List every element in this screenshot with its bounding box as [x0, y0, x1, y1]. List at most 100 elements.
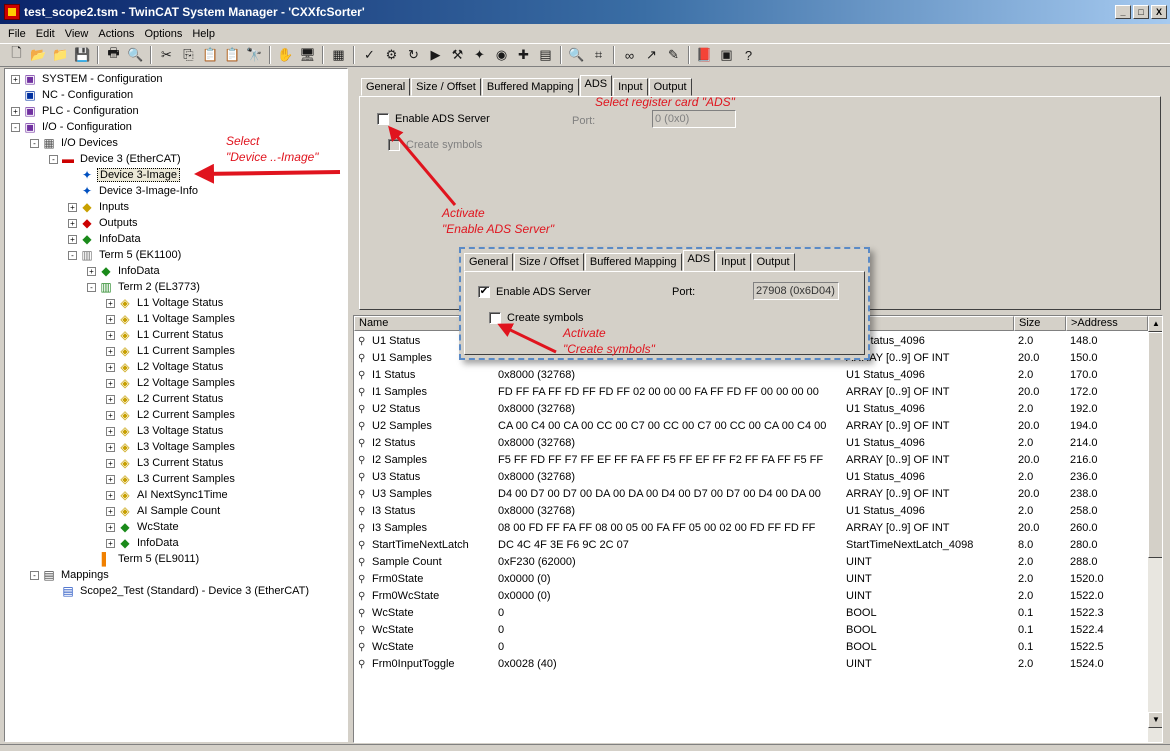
tree-item[interactable]: - ▥ Term 2 (EL3773) — [87, 279, 202, 295]
expand-toggle[interactable]: + — [68, 234, 77, 244]
tree-item[interactable]: ▣ NC - Configuration — [11, 87, 135, 103]
freerun-icon[interactable]: ✚ — [513, 45, 534, 65]
table-row[interactable]: ⚲ I1 Samples FD FF FA FF FD FF FD FF 02 00… — [354, 384, 1148, 401]
book-icon[interactable]: 📕 — [694, 45, 715, 65]
zoom-icon[interactable]: 🔍 — [566, 45, 587, 65]
enable-ads-checkbox[interactable] — [377, 113, 389, 125]
expand-toggle[interactable]: + — [106, 394, 115, 404]
collapse-toggle[interactable]: - — [68, 250, 77, 260]
tree-item[interactable]: ▤ Scope2_Test (Standard) - Device 3 (Ethe… — [49, 583, 311, 599]
tree-item[interactable]: + ◆ WcState — [106, 519, 181, 535]
paste-icon[interactable]: 📋 — [200, 45, 221, 65]
tab-general[interactable]: General — [361, 78, 411, 96]
tree-item[interactable]: - ▬ Device 3 (EtherCAT) — [49, 151, 183, 167]
table-row[interactable]: ⚲ WcState 0 BOOL 0.1 1522.5 — [354, 639, 1148, 656]
menu-view[interactable]: View — [60, 28, 94, 40]
expand-toggle[interactable]: + — [106, 474, 115, 484]
expand-toggle[interactable]: + — [106, 314, 115, 324]
expand-toggle[interactable]: + — [106, 378, 115, 388]
tab-input[interactable]: Input — [613, 78, 648, 96]
scroll-up-button[interactable]: ▲ — [1148, 316, 1162, 332]
callout-enable-ads-checkbox[interactable]: ✔ — [478, 286, 490, 298]
tree-item[interactable]: + ◈ L3 Voltage Status — [106, 423, 225, 439]
tab-size-offset[interactable]: Size / Offset — [411, 78, 481, 96]
tree-item[interactable]: + ◈ L3 Current Samples — [106, 471, 237, 487]
run-mode-icon[interactable]: ▶ — [425, 45, 446, 65]
tree-item[interactable]: + ◆ Inputs — [68, 199, 131, 215]
expand-toggle[interactable]: + — [106, 506, 115, 516]
restart-icon[interactable]: ↻ — [403, 45, 424, 65]
scroll-thumb[interactable] — [1148, 332, 1162, 558]
table-row[interactable]: ⚲ U2 Samples CA 00 C4 00 CA 00 CC 00 C7 00… — [354, 418, 1148, 435]
callout-create-symbols-checkbox[interactable] — [489, 312, 501, 324]
find-icon[interactable]: 🔭 — [244, 45, 265, 65]
copy-icon[interactable]: ⎘ — [178, 45, 199, 65]
expand-toggle[interactable]: + — [106, 298, 115, 308]
expand-toggle[interactable]: + — [106, 362, 115, 372]
table-row[interactable]: ⚲ Sample Count 0xF230 (62000) UINT 2.0 288.0 — [354, 554, 1148, 571]
menu-file[interactable]: File — [3, 28, 31, 40]
tree-item[interactable]: - ▤ Mappings — [30, 567, 111, 583]
tree-item[interactable]: + ◈ L3 Current Status — [106, 455, 225, 471]
expand-toggle[interactable]: + — [106, 346, 115, 356]
toggle-icon[interactable]: ◉ — [491, 45, 512, 65]
tree-item[interactable]: + ◈ L3 Voltage Samples — [106, 439, 237, 455]
paste-with-links-icon[interactable]: 📋 — [222, 45, 243, 65]
print-preview-icon[interactable]: 🔍 — [125, 45, 146, 65]
table-row[interactable]: ⚲ StartTimeNextLatch DC 4C 4F 3E F6 9C 2C … — [354, 537, 1148, 554]
variables-grid[interactable]: Name Size >Address ⚲ U1 Status U1 Status_4… — [353, 315, 1163, 743]
tab-ads[interactable]: ADS — [579, 75, 613, 96]
save-icon[interactable]: 💾 — [72, 45, 93, 65]
expand-toggle[interactable]: + — [106, 538, 115, 548]
target-system-icon[interactable]: 🖥 — [297, 45, 318, 65]
expand-toggle[interactable]: + — [106, 330, 115, 340]
menu-options[interactable]: Options — [139, 28, 187, 40]
help-icon[interactable]: ? — [738, 45, 759, 65]
config-mode-icon[interactable]: ⚒ — [447, 45, 468, 65]
open-icon[interactable]: 📂 — [28, 45, 49, 65]
expand-toggle[interactable]: + — [106, 458, 115, 468]
table-row[interactable]: ⚲ I1 Status 0x8000 (32768) U1 Status_4096 2.… — [354, 367, 1148, 384]
show-icon[interactable]: ▤ — [535, 45, 556, 65]
table-row[interactable]: ⚲ U3 Status 0x8000 (32768) U1 Status_4096 2.… — [354, 469, 1148, 486]
expand-toggle[interactable]: + — [68, 202, 77, 212]
menu-actions[interactable]: Actions — [93, 28, 139, 40]
expand-toggle[interactable]: + — [11, 106, 20, 116]
tree-item[interactable]: + ◈ L2 Current Status — [106, 391, 225, 407]
tree-item[interactable]: + ▣ SYSTEM - Configuration — [11, 71, 164, 87]
collapse-toggle[interactable]: - — [87, 282, 96, 292]
tree-item[interactable]: + ◈ L1 Current Samples — [106, 343, 237, 359]
col-size[interactable]: Size — [1014, 316, 1066, 331]
expand-toggle[interactable]: + — [106, 442, 115, 452]
tree-item[interactable]: ▌ Term 5 (EL9011) — [87, 551, 201, 567]
tree-item[interactable]: + ◈ L2 Voltage Samples — [106, 375, 237, 391]
table-row[interactable]: ⚲ U2 Status 0x8000 (32768) U1 Status_4096 2.… — [354, 401, 1148, 418]
table-row[interactable]: ⚲ Frm0WcState 0x0000 (0) UINT 2.0 1522.0 — [354, 588, 1148, 605]
monitor-icon[interactable]: ⌗ — [588, 45, 609, 65]
tree-item[interactable]: + ◈ AI NextSync1Time — [106, 487, 230, 503]
config-tree[interactable]: + ▣ SYSTEM - Configuration ▣ NC - Configurat… — [4, 68, 348, 742]
minimize-button[interactable]: _ — [1115, 5, 1131, 19]
menu-edit[interactable]: Edit — [31, 28, 60, 40]
collapse-toggle[interactable]: - — [11, 122, 20, 132]
close-button[interactable]: X — [1151, 5, 1167, 19]
collapse-toggle[interactable]: - — [30, 138, 39, 148]
expand-toggle[interactable]: + — [87, 266, 96, 276]
table-row[interactable]: ⚲ I3 Samples 08 00 FD FF FA FF 08 00 05 00… — [354, 520, 1148, 537]
grid-scrollbar[interactable]: ▲ ▼ — [1148, 316, 1162, 742]
expand-toggle[interactable]: + — [68, 218, 77, 228]
tab-buffered-mapping[interactable]: Buffered Mapping — [481, 78, 579, 96]
table-row[interactable]: ⚲ WcState 0 BOOL 0.1 1522.3 — [354, 605, 1148, 622]
write-icon[interactable]: ✎ — [663, 45, 684, 65]
table-row[interactable]: ⚲ WcState 0 BOOL 0.1 1522.4 — [354, 622, 1148, 639]
cut-icon[interactable]: ✂ — [156, 45, 177, 65]
print-icon[interactable]: 🖶 — [103, 45, 124, 65]
expand-toggle[interactable]: + — [106, 410, 115, 420]
scan-icon[interactable]: ✦ — [469, 45, 490, 65]
tree-item[interactable]: + ◆ InfoData — [87, 263, 162, 279]
tree-item[interactable]: + ◈ L1 Voltage Samples — [106, 311, 237, 327]
tree-item[interactable]: - ▣ I/O - Configuration — [11, 119, 134, 135]
tree-item[interactable]: + ◆ InfoData — [68, 231, 143, 247]
table-row[interactable]: ⚲ I2 Samples F5 FF FD FF F7 FF EF FF FA FF… — [354, 452, 1148, 469]
expand-toggle[interactable]: + — [11, 74, 20, 84]
